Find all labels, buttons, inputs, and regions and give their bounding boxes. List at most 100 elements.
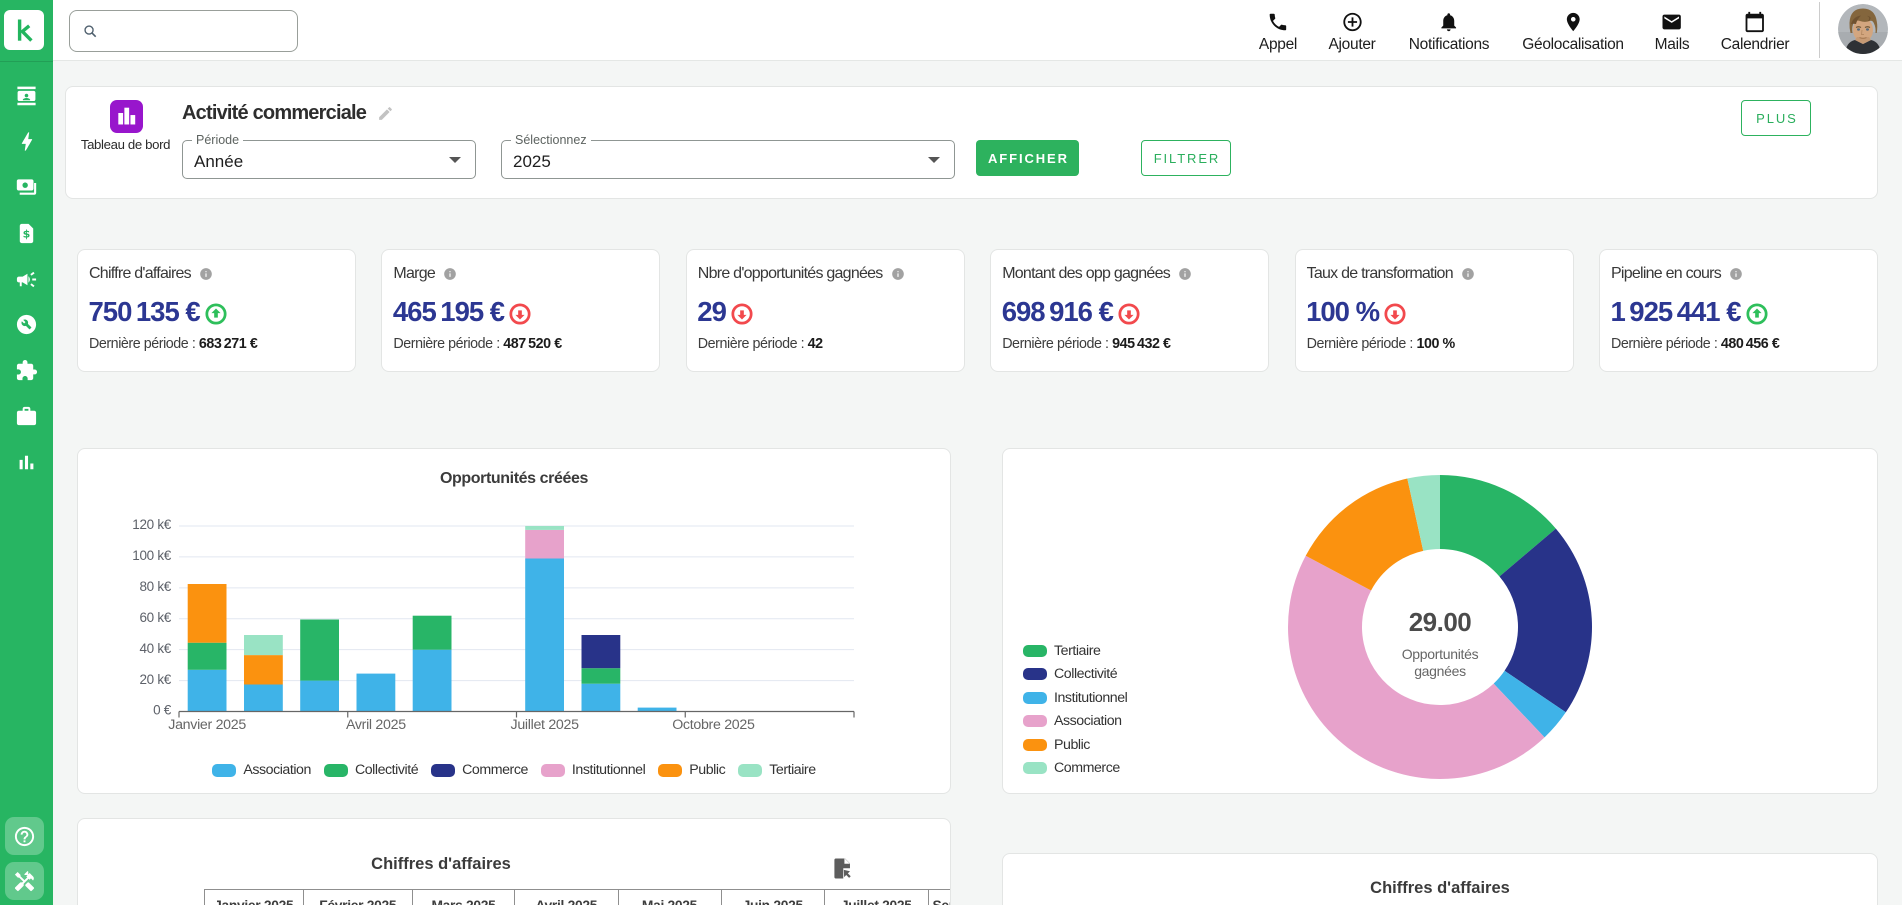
donut-legend-item[interactable]: Collectivité [1023, 666, 1127, 683]
search-box[interactable] [69, 10, 298, 52]
kpi-last-label: Dernière période : [1611, 336, 1721, 352]
bar-legend-item[interactable]: Collectivité [324, 762, 418, 778]
legend-chip [1023, 739, 1047, 751]
kpi-last-value: 487 520 € [503, 336, 561, 352]
bar-legend-item[interactable]: Commerce [431, 762, 528, 778]
sidebar-item-parametres[interactable] [5, 862, 44, 900]
nav-golocalisation[interactable]: Géolocalisation [1522, 11, 1623, 54]
kpi-title: Montant des opp gagnées [1002, 265, 1170, 283]
export-table-icon[interactable] [831, 857, 854, 880]
bar-legend-item[interactable]: Public [658, 762, 725, 778]
annee-select[interactable]: Sélectionnez 2025 [501, 140, 955, 179]
bar-legend-item[interactable]: Association [212, 762, 311, 778]
donut-legend-item[interactable]: Commerce [1023, 760, 1127, 777]
trend-down-icon [509, 303, 531, 325]
legend-chip [324, 764, 348, 777]
trend-down-icon [731, 303, 753, 325]
legend-label: Commerce [462, 762, 528, 778]
legend-label: Association [243, 762, 311, 778]
table-col-header: Avril 2025 [515, 890, 619, 905]
kpi-card-1: Marge465 195 €Dernière période : 487 520… [381, 249, 660, 372]
nav-mails[interactable]: Mails [1655, 11, 1690, 54]
periode-select[interactable]: Période Année [182, 140, 476, 179]
bar-segment-association[interactable] [357, 674, 396, 712]
bar-segment-association[interactable] [244, 684, 283, 711]
bar-segment-association[interactable] [413, 650, 452, 712]
contact-card-icon [15, 84, 38, 107]
afficher-button[interactable]: AFFICHER [976, 140, 1079, 176]
invoice-icon: $ [15, 222, 38, 245]
nav-calendrier[interactable]: Calendrier [1721, 11, 1790, 54]
table-col-header: Mai 2025 [618, 890, 721, 905]
kpi-card-5: Pipeline en cours 1 925 441 € Dernière pér… [1599, 249, 1878, 372]
info-icon [443, 267, 457, 281]
legend-label: Public [1054, 737, 1090, 753]
bar-segment-association[interactable] [300, 681, 339, 712]
sidebar-item-aide[interactable] [5, 817, 44, 855]
kpi-last-period: Dernière période : 42 [698, 336, 823, 352]
donut-legend-item[interactable]: Institutionnel [1023, 689, 1127, 706]
sidebar-item-extensions[interactable] [0, 348, 53, 394]
sidebar-item-contacts[interactable] [0, 73, 53, 119]
koban-logo[interactable] [4, 10, 44, 50]
kpi-last-period: Dernière période : 480 456 € [1611, 336, 1779, 352]
bar-segment-public[interactable] [188, 584, 227, 643]
edit-title-icon[interactable] [377, 105, 394, 122]
table-scroll-area[interactable]: Janvier 2025Février 2025Mars 2025Avril 2… [204, 889, 950, 905]
bar-chart-panel: Opportunités créées 0 €20 k€40 k€60 k€80… [77, 448, 951, 794]
dropdown-caret-icon [928, 157, 940, 163]
kpi-value: 1 925 441 € [1611, 296, 1741, 328]
kpi-last-period: Dernière période : 100 % [1307, 336, 1455, 352]
bar-segment-public[interactable] [244, 655, 283, 684]
bar-segment-collectivité[interactable] [188, 643, 227, 670]
sidebar-item-ventes[interactable] [0, 165, 53, 211]
bar-segment-collectivité[interactable] [582, 668, 621, 684]
bar-segment-institutionnel[interactable] [525, 530, 564, 559]
sidebar-item-actions[interactable] [0, 119, 53, 165]
legend-label: Tertiaire [1054, 643, 1100, 659]
nav-ajouter[interactable]: Ajouter [1328, 11, 1375, 54]
legend-chip [1023, 645, 1047, 657]
y-tick-label: 40 k€ [139, 641, 171, 656]
user-avatar[interactable] [1838, 4, 1888, 54]
bar-segment-association[interactable] [525, 559, 564, 712]
nav-appel[interactable]: Appel [1259, 11, 1297, 54]
sidebar-item-outils[interactable] [0, 302, 53, 348]
bar-segment-tertiaire[interactable] [244, 635, 283, 655]
kpi-value-row: 29 [697, 296, 753, 328]
bottom-chart-title: Chiffres d'affaires [1003, 879, 1877, 898]
x-tick-label: Avril 2025 [346, 717, 406, 733]
filtrer-button[interactable]: FILTRER [1141, 140, 1231, 176]
kpi-head: Pipeline en cours [1611, 265, 1743, 283]
dashboard-tile [110, 100, 143, 133]
donut-legend-item[interactable]: Tertiaire [1023, 642, 1127, 659]
bar-segment-association[interactable] [188, 670, 227, 712]
plus-button[interactable]: PLUS [1741, 100, 1811, 136]
bar-legend-item[interactable]: Institutionnel [541, 762, 645, 778]
nav-notifications[interactable]: Notifications [1409, 11, 1490, 54]
sidebar-item-factures[interactable]: $ [0, 210, 53, 256]
sidebar-item-statistiques[interactable] [0, 439, 53, 485]
nav-label: Ajouter [1328, 36, 1375, 54]
search-input[interactable] [98, 11, 297, 51]
x-tick-label: Octobre 2025 [672, 717, 755, 733]
info-icon [1729, 267, 1743, 281]
dashboard-bars-icon [113, 104, 139, 130]
donut-legend-item[interactable]: Public [1023, 736, 1127, 753]
bar-segment-commerce[interactable] [582, 635, 621, 668]
kpi-title: Nbre d'opportunités gagnées [698, 265, 883, 283]
donut-center-text: 29.00 Opportunitésgagnées [1402, 607, 1479, 679]
sidebar-item-marketing[interactable] [0, 256, 53, 302]
bar-legend-item[interactable]: Tertiaire [738, 762, 815, 778]
sidebar-item-affaires[interactable] [0, 394, 53, 440]
bar-segment-collectivité[interactable] [413, 616, 452, 650]
legend-chip [1023, 668, 1047, 680]
legend-label: Tertiaire [769, 762, 815, 778]
legend-label: Collectivité [1054, 666, 1117, 682]
donut-legend-item[interactable]: Association [1023, 713, 1127, 730]
bar-segment-collectivité[interactable] [300, 620, 339, 681]
bar-segment-tertiaire[interactable] [525, 526, 564, 530]
mail-icon [1661, 11, 1683, 33]
trend-down-icon [1118, 303, 1140, 325]
bar-segment-association[interactable] [582, 684, 621, 712]
